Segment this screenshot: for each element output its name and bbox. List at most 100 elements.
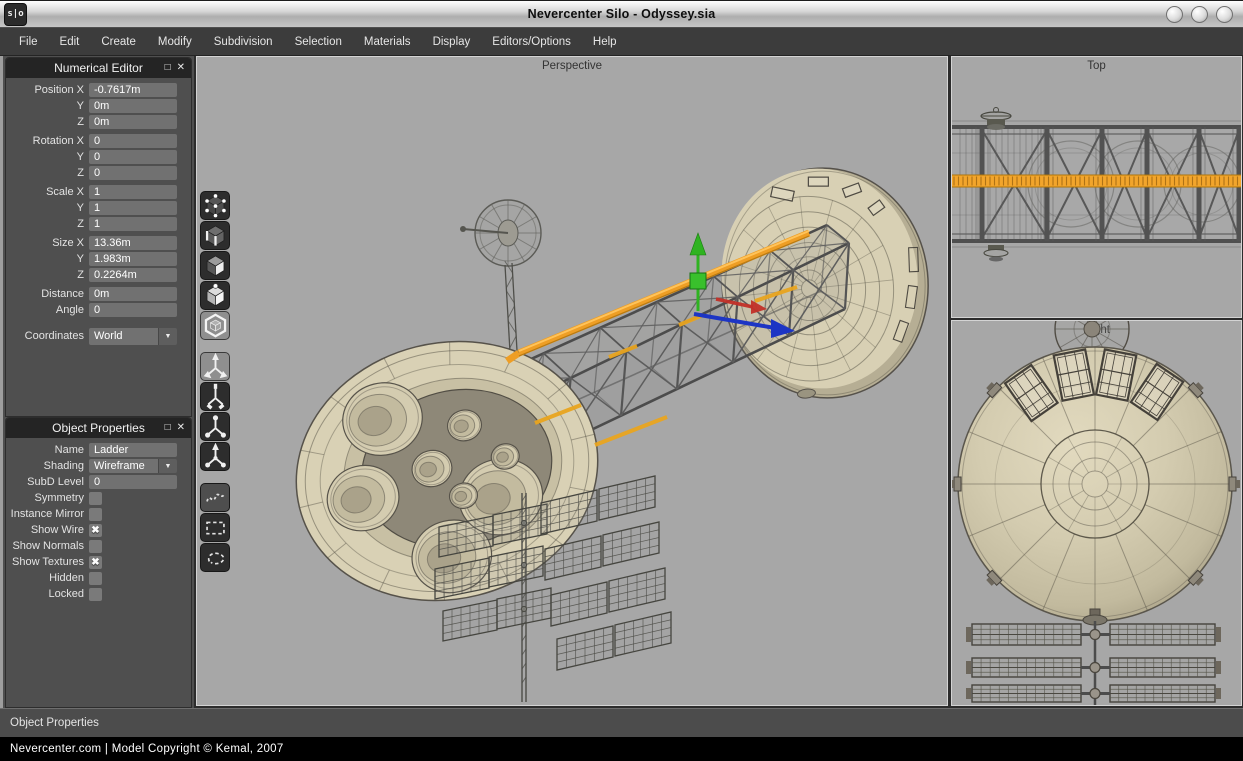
footer-text: Nevercenter.com | Model Copyright © Kema… <box>10 743 284 755</box>
size-x-label: Size X <box>6 237 84 249</box>
perspective-model-wireframe <box>197 57 947 705</box>
locked-checkbox[interactable] <box>89 588 102 601</box>
size-z-label: Z <box>6 269 84 281</box>
pos-z-input[interactable]: 0m <box>89 115 177 129</box>
scale-tool-button[interactable] <box>200 412 230 441</box>
rect-select-button[interactable] <box>200 513 230 542</box>
menu-item-subdivision[interactable]: Subdivision <box>203 31 284 53</box>
numerical-row-pos-y: Y 0m <box>6 98 191 114</box>
move-manipulator <box>690 233 795 338</box>
minimize-button[interactable] <box>1166 6 1183 23</box>
maximize-button[interactable] <box>1191 6 1208 23</box>
menu-item-editors-options[interactable]: Editors/Options <box>481 31 582 53</box>
menu-item-selection[interactable]: Selection <box>284 31 353 53</box>
vertex-mode-button[interactable] <box>200 191 230 220</box>
hidden-checkbox[interactable] <box>89 572 102 585</box>
panel-maximize-icon[interactable]: □ <box>165 63 171 73</box>
object-properties-titlebar[interactable]: Object Properties □ ✕ <box>6 418 191 438</box>
scale-x-label: Scale X <box>6 186 84 198</box>
angle-input[interactable]: 0 <box>89 303 177 317</box>
rot-z-input[interactable]: 0 <box>89 166 177 180</box>
numerical-editor-titlebar[interactable]: Numerical Editor □ ✕ <box>6 58 191 78</box>
scale-x-input[interactable]: 1 <box>89 185 177 199</box>
dropdown-arrow-icon[interactable]: ▼ <box>158 328 177 345</box>
instance-mirror-checkbox[interactable] <box>89 508 102 521</box>
perspective-viewport[interactable]: Perspective <box>196 56 948 706</box>
lasso-select-icon <box>202 544 229 571</box>
panel-close-icon[interactable]: ✕ <box>177 423 185 433</box>
coordinates-label: Coordinates <box>6 330 84 342</box>
top-model-wireframe <box>952 57 1241 317</box>
size-x-input[interactable]: 13.36m <box>89 236 177 250</box>
name-input[interactable]: Ladder <box>89 443 177 457</box>
numerical-editor-body: Position X-0.7617mY0mZ0mRotation X0Y0Z0S… <box>6 78 191 416</box>
universal-manipulator-button[interactable] <box>200 442 230 471</box>
panel-window-icons: □ ✕ <box>165 58 185 78</box>
scale-z-input[interactable]: 1 <box>89 217 177 231</box>
multi-mode-icon <box>202 312 229 339</box>
multi-mode-button[interactable] <box>200 311 230 340</box>
subd-level-input[interactable]: 0 <box>89 475 177 489</box>
coordinates-value: World <box>89 328 158 345</box>
menu-item-modify[interactable]: Modify <box>147 31 203 53</box>
lasso-select-button[interactable] <box>200 543 230 572</box>
size-z-input[interactable]: 0.2264m <box>89 268 177 282</box>
numerical-row-rot-y: Y0 <box>6 149 191 165</box>
solar-panels-right-view <box>966 609 1221 705</box>
pos-y-label: Y <box>6 100 84 112</box>
antenna-top-view <box>981 108 1011 262</box>
rot-x-input[interactable]: 0 <box>89 134 177 148</box>
right-viewport[interactable]: Right <box>951 320 1242 706</box>
menu-item-file[interactable]: File <box>8 31 49 53</box>
titlebar[interactable]: s|o Nevercenter Silo - Odyssey.sia <box>0 0 1243 28</box>
scale-z-label: Z <box>6 218 84 230</box>
numerical-row-size-z: Z 0.2264m <box>6 267 191 283</box>
paint-select-button[interactable] <box>200 483 230 512</box>
truss-top-view <box>952 121 1241 247</box>
show-textures-label: Show Textures <box>6 556 84 568</box>
locked-label: Locked <box>6 588 84 600</box>
shading-dropdown[interactable]: Wireframe▼ <box>89 459 177 473</box>
numerical-row-size-y: Y1.983m <box>6 251 191 267</box>
pos-y-input[interactable]: 0m <box>89 99 177 113</box>
status-text: Object Properties <box>10 717 99 729</box>
dropdown-arrow-icon[interactable]: ▼ <box>158 459 177 473</box>
object-row-locked: Locked <box>6 586 191 602</box>
face-mode-button[interactable] <box>200 251 230 280</box>
edge-mode-icon <box>202 222 229 249</box>
command-sphere <box>711 158 940 408</box>
rot-y-input[interactable]: 0 <box>89 150 177 164</box>
right-model-wireframe <box>952 321 1241 705</box>
scale-y-input[interactable]: 1 <box>89 201 177 215</box>
show-normals-checkbox[interactable] <box>89 540 102 553</box>
show-wire-checkbox[interactable]: ✖ <box>89 524 102 537</box>
object-mode-button[interactable] <box>200 281 230 310</box>
symmetry-checkbox[interactable] <box>89 492 102 505</box>
object-row-shading: Shading Wireframe▼ <box>6 458 191 474</box>
viewport-label-perspective: Perspective <box>197 60 947 72</box>
coordinates-dropdown[interactable]: World▼ <box>89 328 177 345</box>
menu-item-display[interactable]: Display <box>422 31 482 53</box>
menu-item-edit[interactable]: Edit <box>49 31 91 53</box>
menu-item-materials[interactable]: Materials <box>353 31 422 53</box>
window-title: Nevercenter Silo - Odyssey.sia <box>0 7 1243 21</box>
move-tool-button[interactable] <box>200 352 230 381</box>
rotate-tool-icon <box>202 383 229 410</box>
edge-mode-button[interactable] <box>200 221 230 250</box>
close-button[interactable] <box>1216 6 1233 23</box>
top-viewport[interactable]: Top <box>951 56 1242 318</box>
menu-item-create[interactable]: Create <box>90 31 147 53</box>
rotate-tool-button[interactable] <box>200 382 230 411</box>
solar-panels <box>435 476 671 702</box>
footer-bar: Nevercenter.com | Model Copyright © Kema… <box>0 737 1243 761</box>
size-y-input[interactable]: 1.983m <box>89 252 177 266</box>
show-normals-label: Show Normals <box>6 540 84 552</box>
shading-label: Shading <box>6 460 84 472</box>
panel-maximize-icon[interactable]: □ <box>165 423 171 433</box>
menu-item-help[interactable]: Help <box>582 31 628 53</box>
panel-close-icon[interactable]: ✕ <box>177 63 185 73</box>
pos-x-input[interactable]: -0.7617m <box>89 83 177 97</box>
numerical-row-size-x: Size X 13.36m <box>6 235 191 251</box>
show-textures-checkbox[interactable]: ✖ <box>89 556 102 569</box>
distance-input[interactable]: 0m <box>89 287 177 301</box>
